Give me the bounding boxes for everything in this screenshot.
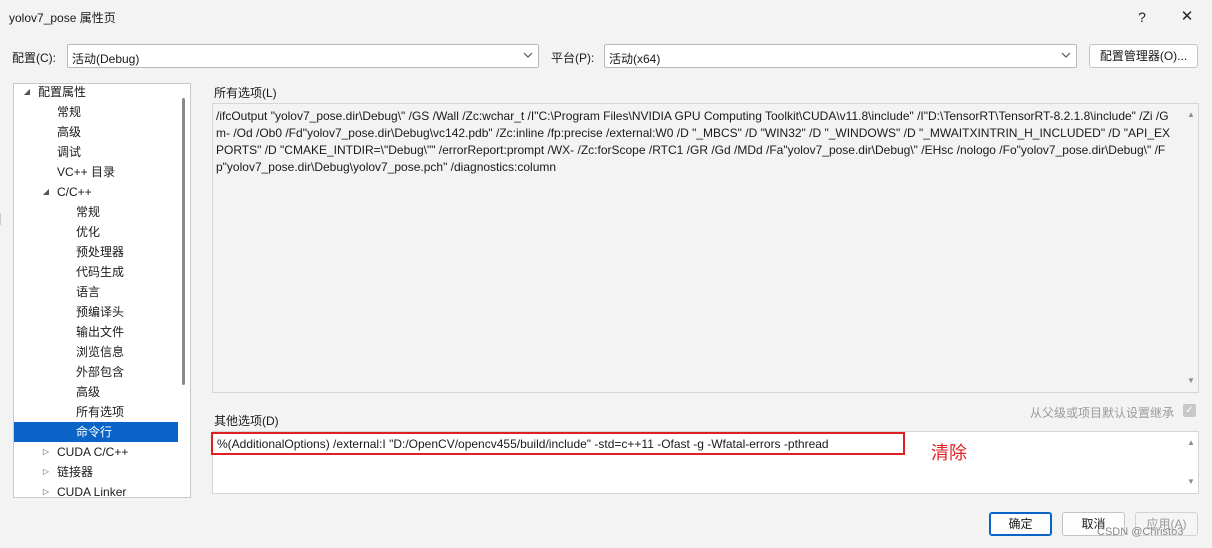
tree-item-general[interactable]: 常规 [14,102,179,122]
scroll-up-icon[interactable]: ▲ [1186,110,1196,120]
tree-item-language[interactable]: 语言 [14,282,179,302]
tree-item-linker[interactable]: ▷ 链接器 [14,462,179,482]
platform-label: 平台(P): [551,51,595,65]
all-options-text: /ifcOutput "yolov7_pose.dir\Debug\" /GS … [216,109,1171,174]
platform-select-value: 活动(x64) [609,52,661,66]
tree-item-label: 调试 [57,145,82,159]
tree-item-label: CUDA Linker [57,485,127,498]
expand-icon[interactable]: ▷ [41,462,51,482]
tree-item-c-cpp[interactable]: ◢ C/C++ [14,182,179,202]
ok-button[interactable]: 确定 [989,512,1052,536]
tree-item-optimization[interactable]: 优化 [14,222,179,242]
inherit-checkbox[interactable]: ✓ [1183,404,1196,417]
property-pages-dialog: yolov7_pose 属性页 ? ✕ 配置(C): 活动(Debug) 平台(… [0,0,1212,548]
tree-item-label: CUDA C/C++ [57,445,129,459]
tree-item-label: 常规 [57,105,82,119]
inherit-label: 从父级或项目默认设置继承 [1030,406,1175,420]
all-options-scrollbar[interactable]: ▲ ▼ [1184,104,1198,392]
expand-icon[interactable]: ▷ [41,442,51,462]
config-label: 配置(C): [12,51,56,65]
highlight-box: %(AdditionalOptions) /external:I "D:/Ope… [211,432,905,455]
expand-icon[interactable]: ◢ [22,84,32,102]
tree-item-preprocessor[interactable]: 预处理器 [14,242,179,262]
tree-item-browse-info[interactable]: 浏览信息 [14,342,179,362]
chevron-down-icon [523,52,533,58]
tree-item-all-options[interactable]: 所有选项 [14,402,179,422]
tree-item-cuda-cpp[interactable]: ▷ CUDA C/C++ [14,442,179,462]
all-options-textbox[interactable]: /ifcOutput "yolov7_pose.dir\Debug\" /GS … [212,103,1199,393]
tree-item-advanced[interactable]: 高级 [14,122,179,142]
tree-item-cuda-linker[interactable]: ▷ CUDA Linker [14,482,179,498]
tree-item-label: 高级 [57,125,82,139]
platform-select[interactable]: 活动(x64) [604,44,1077,68]
close-icon[interactable]: ✕ [1176,6,1198,28]
tree-item-label: 外部包含 [76,365,125,379]
tree-item-code-generation[interactable]: 代码生成 [14,262,179,282]
tree-scrollbar-thumb[interactable] [182,98,185,385]
title-bar: yolov7_pose 属性页 ? ✕ [0,0,1212,34]
tree-item-command-line[interactable]: 命令行 [14,422,179,442]
other-options-text[interactable]: %(AdditionalOptions) /external:I "D:/Ope… [217,437,829,451]
tree-item-label: 代码生成 [76,265,125,279]
tree-item-cpp-general[interactable]: 常规 [14,202,179,222]
scroll-down-icon[interactable]: ▼ [1186,477,1196,487]
scroll-up-icon[interactable]: ▲ [1186,438,1196,448]
tree-item-precompiled-headers[interactable]: 预编译头 [14,302,179,322]
config-select-value: 活动(Debug) [72,52,140,66]
expand-icon[interactable]: ◢ [41,182,51,202]
scroll-down-icon[interactable]: ▼ [1186,376,1196,386]
tree-item-label: 命令行 [76,425,113,439]
tree-item-output-files[interactable]: 输出文件 [14,322,179,342]
tree-item-cpp-advanced[interactable]: 高级 [14,382,179,402]
tree-item-vc-directories[interactable]: VC++ 目录 [14,162,179,182]
tree-item-label: 所有选项 [76,405,125,419]
tree-item-label: 语言 [76,285,101,299]
tree-item-label: 优化 [76,225,101,239]
property-tree: ◢ 配置属性 常规 高级 调试 VC++ 目录 ◢ C/C++ 常规 优化 预处… [13,83,191,498]
tree-item-label: 输出文件 [76,325,125,339]
tree-item-debugging[interactable]: 调试 [14,142,179,162]
expand-icon[interactable]: ▷ [41,482,51,497]
tree-item-label: 预处理器 [76,245,125,259]
window-title: yolov7_pose 属性页 [9,11,116,25]
tree-item-config-properties[interactable]: ◢ 配置属性 [14,84,179,102]
tree-item-label: C/C++ [57,185,92,199]
help-icon[interactable]: ? [1131,6,1153,28]
tree-item-label: 常规 [76,205,101,219]
tree-item-external-includes[interactable]: 外部包含 [14,362,179,382]
tree-item-label: VC++ 目录 [57,165,116,179]
config-select[interactable]: 活动(Debug) [67,44,539,68]
tree-item-label: 链接器 [57,465,94,479]
tree-item-label: 高级 [76,385,101,399]
other-options-label: 其他选项(D) [214,414,279,428]
all-options-label: 所有选项(L) [214,86,277,100]
other-options-scrollbar[interactable]: ▲ ▼ [1184,432,1198,493]
tree-item-label: 配置属性 [38,85,87,99]
config-manager-button[interactable]: 配置管理器(O)... [1089,44,1198,68]
tree-item-label: 预编译头 [76,305,125,319]
tree-item-label: 浏览信息 [76,345,125,359]
window-edge-divider [0,213,4,225]
watermark: CSDN @Christo3 [1097,526,1184,538]
tree-scrollbar[interactable] [178,84,190,497]
clear-annotation: 清除 [931,443,967,463]
chevron-down-icon [1061,52,1071,58]
